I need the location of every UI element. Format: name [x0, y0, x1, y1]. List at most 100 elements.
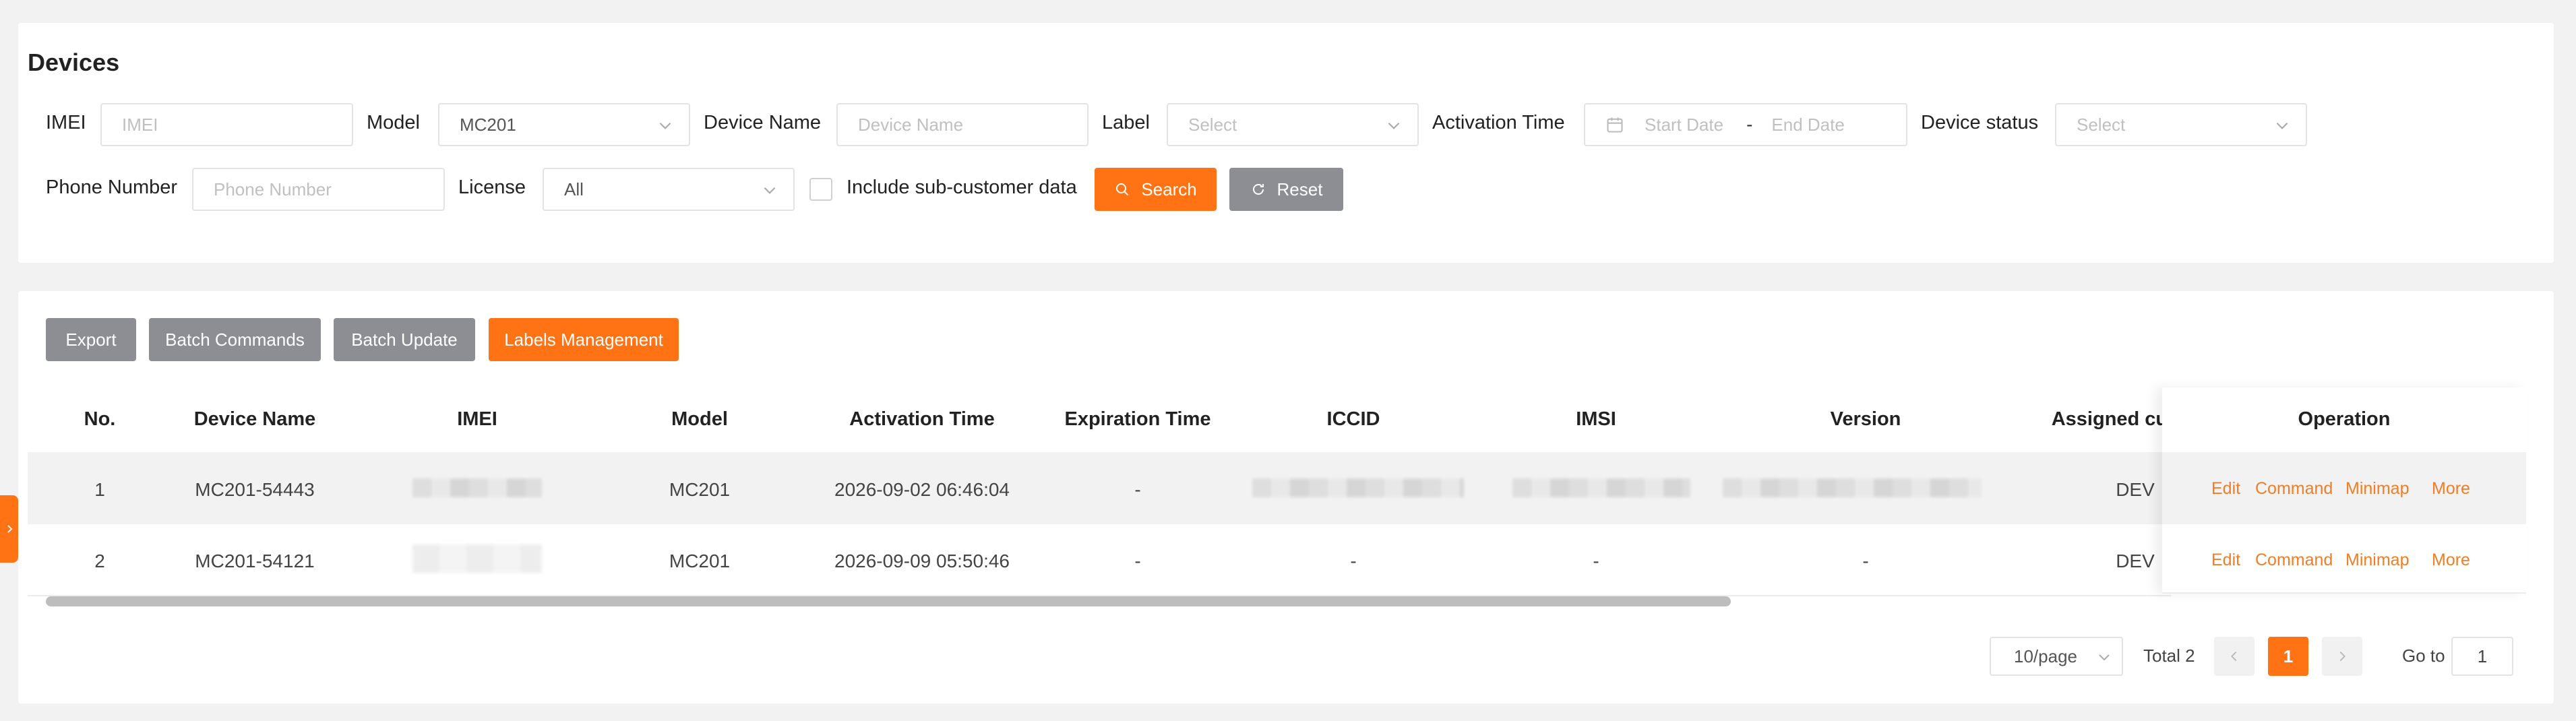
row-2-imei-redacted: [412, 544, 542, 573]
row-2-minimap-link[interactable]: Minimap: [2345, 551, 2409, 570]
license-value: All: [564, 179, 584, 199]
row-1-model: MC201: [669, 479, 731, 500]
chevron-down-icon: [2273, 117, 2291, 134]
row-1-more-link[interactable]: More: [2432, 479, 2470, 499]
col-header-imsi: IMSI: [1576, 408, 1616, 430]
row-1-imei-redacted: [412, 478, 542, 497]
activation-date-range[interactable]: Start Date - End Date: [1584, 103, 1907, 146]
model-select[interactable]: MC201: [438, 103, 690, 146]
row-1-version-redacted: [1723, 478, 1982, 497]
search-button-label: Search: [1141, 179, 1197, 199]
license-select[interactable]: All: [543, 168, 795, 211]
search-button[interactable]: Search: [1095, 168, 1217, 211]
device-status-placeholder: Select: [2077, 114, 2126, 135]
table-row: [28, 524, 2171, 596]
goto-label: Go to: [2402, 646, 2445, 666]
col-header-imei: IMEI: [457, 408, 497, 430]
export-button[interactable]: Export: [46, 318, 136, 361]
phone-number-input[interactable]: Phone Number: [192, 168, 445, 211]
device-name-placeholder: Device Name: [858, 114, 964, 135]
batch-update-button[interactable]: Batch Update: [334, 318, 475, 361]
chevron-down-icon: [761, 181, 778, 199]
row-1-edit-link[interactable]: Edit: [2211, 479, 2240, 499]
row-1-imsi-redacted: [1512, 478, 1690, 497]
row-2-device-name: MC201-54121: [195, 551, 315, 571]
chevron-right-icon: [2339, 651, 2345, 662]
export-button-label: Export: [65, 329, 117, 350]
col-header-operation: Operation: [2298, 408, 2391, 430]
license-label: License: [458, 177, 526, 198]
end-date-placeholder: End Date: [1771, 114, 1845, 135]
chevron-down-icon: [2096, 649, 2112, 665]
labels-management-button[interactable]: Labels Management: [489, 318, 679, 361]
start-date-placeholder: Start Date: [1645, 114, 1724, 135]
reset-button[interactable]: Reset: [1229, 168, 1343, 211]
row-2-command-link[interactable]: Command: [2255, 551, 2333, 570]
imei-label: IMEI: [46, 112, 86, 133]
include-sub-label[interactable]: Include sub-customer data: [847, 177, 1077, 199]
device-status-select[interactable]: Select: [2055, 103, 2307, 146]
model-value: MC201: [460, 114, 516, 135]
imei-input[interactable]: IMEI: [100, 103, 353, 146]
col-header-model: Model: [671, 408, 728, 430]
phone-number-placeholder: Phone Number: [214, 179, 332, 199]
device-name-input[interactable]: Device Name: [836, 103, 1088, 146]
batch-commands-button[interactable]: Batch Commands: [149, 318, 321, 361]
date-range-separator: -: [1746, 114, 1753, 135]
device-name-label: Device Name: [704, 112, 822, 133]
row-2-iccid: -: [1350, 551, 1357, 571]
next-page-button[interactable]: [2322, 637, 2362, 676]
batch-commands-button-label: Batch Commands: [165, 329, 305, 350]
imei-placeholder: IMEI: [122, 114, 158, 135]
chevron-down-icon: [656, 117, 674, 134]
row-2-edit-link[interactable]: Edit: [2211, 551, 2240, 570]
row-1-minimap-link[interactable]: Minimap: [2345, 479, 2409, 499]
page-size-select[interactable]: 10/page: [1990, 637, 2123, 676]
row-2-imsi: -: [1593, 551, 1599, 571]
row-1-expiration-time: -: [1134, 479, 1141, 500]
label-placeholder: Select: [1188, 114, 1237, 135]
row-2-activation-time: 2026-09-09 05:50:46: [834, 551, 1010, 571]
col-header-expiration-time: Expiration Time: [1064, 408, 1211, 430]
page-title: Devices: [28, 49, 120, 76]
model-label: Model: [367, 112, 420, 133]
operation-column: Operation Edit Command Minimap More Edit…: [2162, 387, 2526, 594]
side-panel-toggle[interactable]: [0, 495, 18, 563]
include-sub-checkbox[interactable]: [809, 178, 832, 201]
label-select[interactable]: Select: [1167, 103, 1419, 146]
chevron-right-icon: [7, 525, 12, 533]
page-size-value: 10/page: [2014, 646, 2077, 666]
horizontal-scrollbar[interactable]: [46, 596, 1731, 606]
row-1-assigned: DEV: [2116, 479, 2155, 500]
label-filter-label: Label: [1102, 112, 1150, 133]
chevron-down-icon: [1385, 117, 1403, 134]
page-button-current[interactable]: 1: [2268, 637, 2308, 676]
col-header-device-name: Device Name: [193, 408, 316, 430]
row-2-expiration-time: -: [1134, 551, 1141, 571]
batch-update-button-label: Batch Update: [351, 329, 458, 350]
activation-time-label: Activation Time: [1432, 112, 1565, 133]
row-2-version: -: [1862, 551, 1869, 571]
prev-page-button[interactable]: [2214, 637, 2255, 676]
search-icon: [1114, 181, 1130, 197]
col-header-no: No.: [84, 408, 116, 430]
row-1-command-link[interactable]: Command: [2255, 479, 2333, 499]
col-header-iccid: ICCID: [1326, 408, 1380, 430]
col-header-activation-time: Activation Time: [849, 408, 995, 430]
row-1-device-name: MC201-54443: [195, 479, 315, 500]
phone-number-label: Phone Number: [46, 177, 178, 198]
row-2-no: 2: [94, 551, 105, 571]
labels-management-button-label: Labels Management: [504, 329, 663, 350]
col-header-version: Version: [1830, 408, 1901, 430]
row-1-no: 1: [94, 479, 105, 500]
device-status-label: Device status: [1921, 112, 2039, 133]
reset-button-label: Reset: [1277, 179, 1323, 199]
row-2-model: MC201: [669, 551, 731, 571]
chevron-left-icon: [2231, 651, 2237, 662]
goto-page-input[interactable]: 1: [2451, 637, 2513, 676]
pagination-total: Total 2: [2143, 646, 2195, 666]
row-2-more-link[interactable]: More: [2432, 551, 2470, 570]
row-2-assigned: DEV: [2116, 551, 2155, 571]
col-header-assigned: Assigned cus: [2051, 408, 2179, 430]
row-1-iccid-redacted: [1252, 478, 1464, 497]
